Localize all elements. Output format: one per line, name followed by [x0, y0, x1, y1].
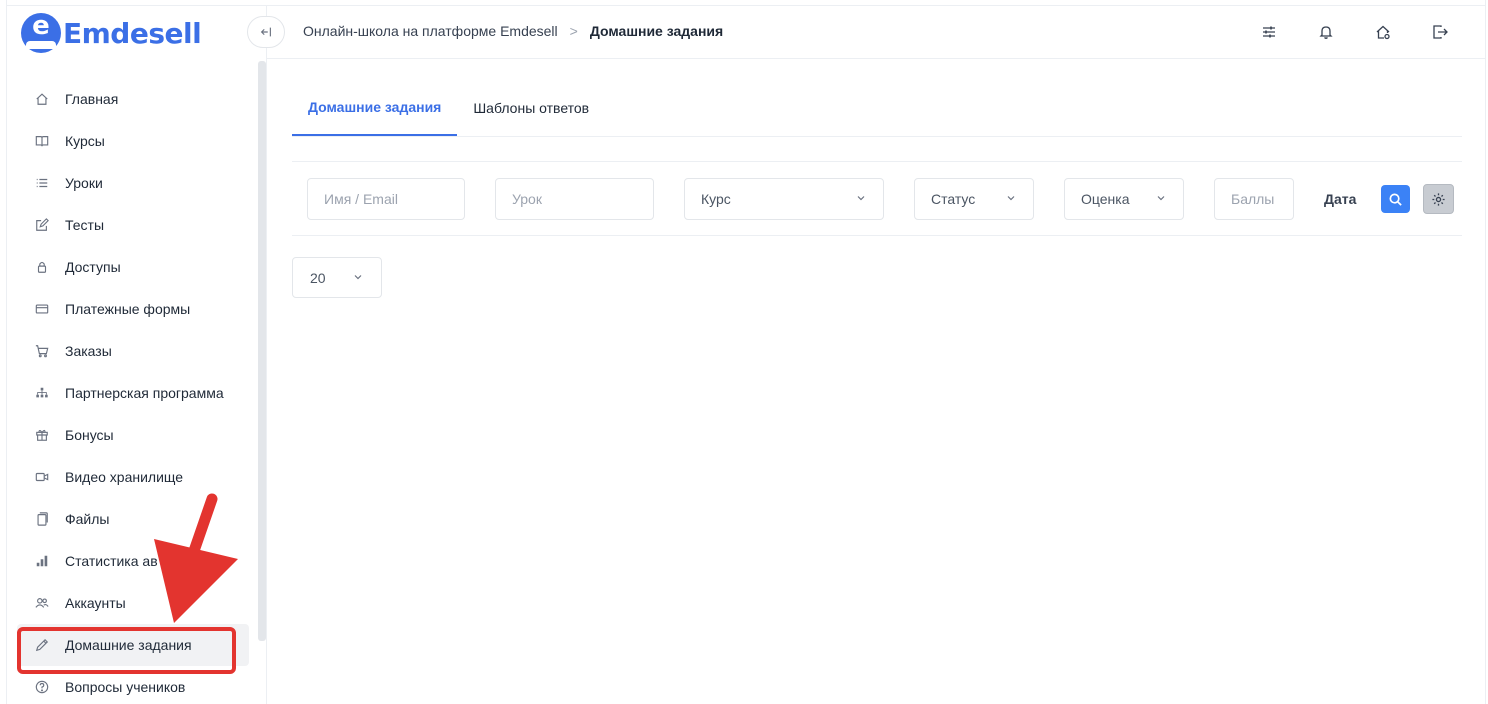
- sidebar-item-lessons[interactable]: Уроки: [17, 162, 249, 204]
- files-icon: [33, 510, 51, 528]
- sidebar-item-label: Статистика ав: [65, 553, 158, 569]
- sidebar-item-homework[interactable]: Домашние задания: [17, 624, 249, 666]
- top-header: Онлайн-школа на платформе Emdesell > Дом…: [247, 6, 1485, 59]
- sidebar-item-home[interactable]: Главная: [17, 78, 249, 120]
- sidebar-item-label: Платежные формы: [65, 301, 191, 317]
- sidebar-item-payment-forms[interactable]: Платежные формы: [17, 288, 249, 330]
- logo[interactable]: e Emdesell: [21, 11, 202, 54]
- sidebar-item-tests[interactable]: Тесты: [17, 204, 249, 246]
- sidebar-item-accounts[interactable]: Аккаунты: [17, 582, 249, 624]
- chevron-down-icon: [354, 275, 362, 280]
- sidebar-scrollbar[interactable]: [258, 61, 266, 641]
- window-left-border: [0, 0, 7, 704]
- lesson-input[interactable]: [495, 178, 654, 220]
- logo-letter: e: [32, 11, 50, 41]
- breadcrumb-current: Домашние задания: [589, 23, 724, 39]
- name-email-input[interactable]: [307, 178, 465, 220]
- gift-icon: [33, 426, 51, 444]
- breadcrumb-parent-link[interactable]: Онлайн-школа на платформе Emdesell: [303, 23, 558, 39]
- sidebar-item-video-storage[interactable]: Видео хранилище: [17, 456, 249, 498]
- bell-icon[interactable]: [1314, 20, 1338, 44]
- question-icon: [33, 678, 51, 696]
- hierarchy-icon: [33, 384, 51, 402]
- sidebar-item-access[interactable]: Доступы: [17, 246, 249, 288]
- sidebar-item-label: Доступы: [65, 259, 121, 275]
- collapse-arrow-icon: [260, 27, 271, 37]
- grade-select[interactable]: Оценка: [1064, 178, 1184, 220]
- sidebar-item-statistics[interactable]: Статистика ав: [17, 540, 249, 582]
- grade-select-label: Оценка: [1081, 191, 1130, 207]
- gear-icon: [1432, 192, 1445, 206]
- pencil-icon: [33, 636, 51, 654]
- date-filter-label[interactable]: Дата: [1324, 191, 1356, 207]
- sidebar-item-label: Главная: [65, 91, 119, 107]
- sliders-icon[interactable]: [1257, 20, 1281, 44]
- sidebar-item-label: Аккаунты: [65, 595, 126, 611]
- sidebar: e Emdesell Главная Курсы Уроки Тесты Дос…: [7, 6, 267, 704]
- edit-icon: [33, 216, 51, 234]
- course-select-label: Курс: [701, 191, 731, 207]
- sidebar-item-label: Вопросы учеников: [65, 679, 186, 695]
- chart-icon: [33, 552, 51, 570]
- sidebar-item-label: Курсы: [65, 133, 105, 149]
- users-icon: [33, 594, 51, 612]
- book-icon: [33, 132, 51, 150]
- sidebar-item-label: Домашние задания: [65, 637, 192, 653]
- home-settings-icon[interactable]: [1371, 20, 1395, 44]
- sidebar-item-files[interactable]: Файлы: [17, 498, 249, 540]
- sidebar-item-orders[interactable]: Заказы: [17, 330, 249, 372]
- sidebar-item-affiliate[interactable]: Партнерская программа: [17, 372, 249, 414]
- breadcrumb: Онлайн-школа на платформе Emdesell > Дом…: [303, 23, 723, 39]
- points-input[interactable]: [1214, 178, 1294, 220]
- sidebar-item-label: Видео хранилище: [65, 469, 184, 485]
- sidebar-menu: Главная Курсы Уроки Тесты Доступы Платеж…: [17, 78, 249, 704]
- tabs: Домашние задания Шаблоны ответов: [292, 80, 1462, 137]
- sidebar-item-label: Файлы: [65, 511, 110, 527]
- tab-answer-templates[interactable]: Шаблоны ответов: [457, 80, 605, 136]
- header-actions: [1224, 20, 1452, 44]
- search-icon: [1389, 193, 1402, 206]
- logo-badge-icon: e: [21, 11, 61, 53]
- sidebar-item-label: Бонусы: [65, 427, 114, 443]
- search-button[interactable]: [1381, 185, 1410, 213]
- chevron-down-icon: [1007, 196, 1015, 201]
- chevron-down-icon: [857, 196, 865, 201]
- filters-bar: Курс Статус Оценка Дата: [292, 161, 1462, 236]
- video-icon: [33, 468, 51, 486]
- status-select[interactable]: Статус: [914, 178, 1034, 220]
- settings-button[interactable]: [1423, 184, 1454, 214]
- sidebar-item-label: Партнерская программа: [65, 385, 224, 401]
- tab-homework[interactable]: Домашние задания: [292, 80, 458, 136]
- sidebar-item-student-questions[interactable]: Вопросы учеников: [17, 666, 249, 704]
- list-icon: [33, 174, 51, 192]
- chevron-down-icon: [1157, 196, 1165, 201]
- status-select-label: Статус: [931, 191, 976, 207]
- credit-card-icon: [33, 300, 51, 318]
- sidebar-item-courses[interactable]: Курсы: [17, 120, 249, 162]
- course-select[interactable]: Курс: [684, 178, 884, 220]
- per-page-value: 20: [310, 269, 326, 286]
- sidebar-item-bonuses[interactable]: Бонусы: [17, 414, 249, 456]
- breadcrumb-separator: >: [569, 23, 578, 39]
- sidebar-item-label: Уроки: [65, 175, 103, 191]
- logo-text: Emdesell: [63, 16, 202, 50]
- cart-icon: [33, 342, 51, 360]
- per-page-select[interactable]: 20: [292, 257, 382, 298]
- logout-icon[interactable]: [1428, 20, 1452, 44]
- sidebar-item-label: Заказы: [65, 343, 112, 359]
- collapse-sidebar-button[interactable]: [247, 16, 285, 48]
- sidebar-item-label: Тесты: [65, 217, 105, 233]
- lock-icon: [33, 258, 51, 276]
- home-icon: [33, 90, 51, 108]
